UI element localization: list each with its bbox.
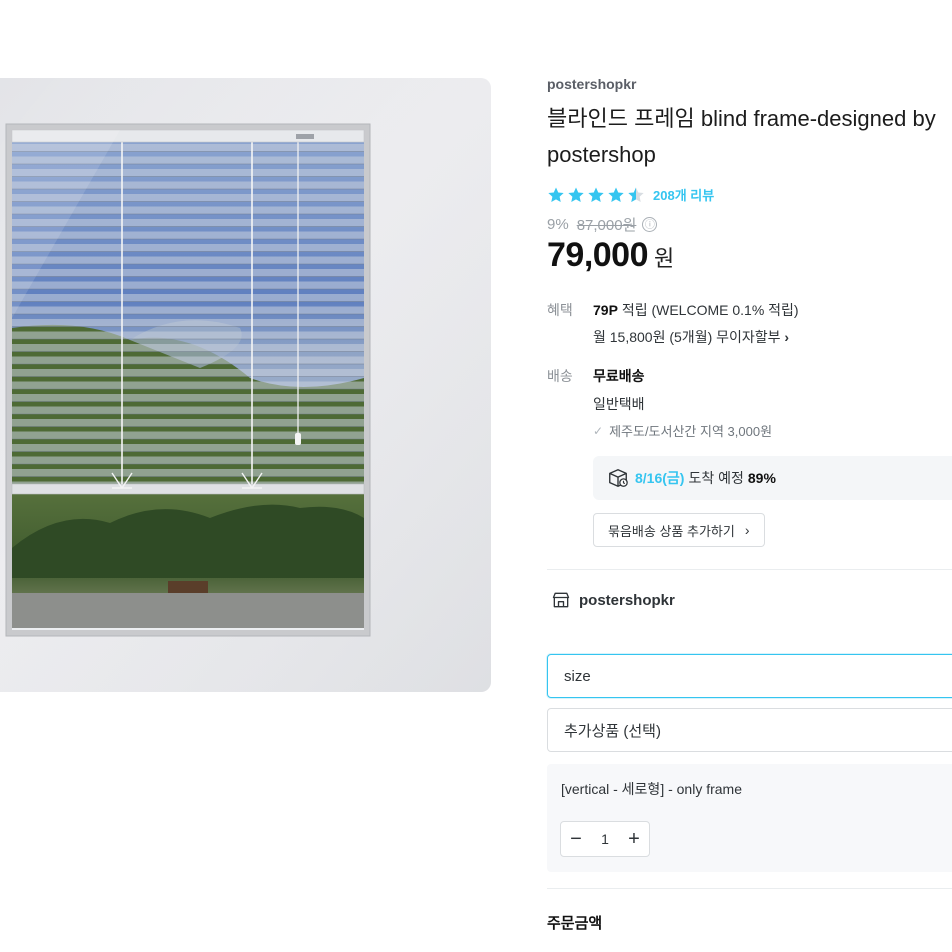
selected-option-name: [vertical - 세로형] - only frame xyxy=(561,781,743,797)
benefit-label: 혜택 xyxy=(547,302,573,318)
divider xyxy=(547,888,952,889)
blind-slat xyxy=(12,394,364,402)
review-count-link[interactable]: 208개 리뷰 xyxy=(653,185,714,204)
blind-slat xyxy=(12,306,364,314)
jeju-shipping-note: ✓ 제주도/도서산간 지역 3,000원 xyxy=(593,421,772,440)
blind-slat xyxy=(12,406,364,414)
blind-slat xyxy=(12,456,364,464)
plus-button[interactable]: + xyxy=(619,822,649,856)
star-icon xyxy=(568,187,584,202)
price-unit: 원 xyxy=(654,246,675,271)
shipping-label: 배송 xyxy=(547,368,573,384)
bundle-shipping-button[interactable]: 묶음배송 상품 추가하기 › xyxy=(593,513,765,547)
store-name: postershopkr xyxy=(579,591,675,609)
order-total-label: 주문금액 xyxy=(547,915,603,932)
delivery-estimate: 8/16(금) 도착 예정 89% xyxy=(593,456,952,500)
star-icon xyxy=(548,187,564,202)
arrival-date: 8/16(금) xyxy=(635,470,685,486)
store-icon xyxy=(552,592,570,608)
jeju-note-text: 제주도/도서산간 지역 3,000원 xyxy=(609,424,773,439)
blind-slat xyxy=(12,294,364,302)
star-icon xyxy=(588,187,604,202)
sale-price: 79,000 xyxy=(547,236,649,274)
rating-row[interactable]: 208개 리뷰 xyxy=(547,185,714,204)
selected-option-card: [vertical - 세로형] - only frame − 1 + xyxy=(547,764,952,872)
arrival-percent: 89% xyxy=(747,470,776,486)
chevron-right-icon: › xyxy=(744,522,750,538)
arrival-text: 도착 예정 xyxy=(688,470,744,486)
blind-slat xyxy=(12,231,364,239)
blind-slat xyxy=(12,331,364,339)
blind-slat xyxy=(12,431,364,439)
blind-slat xyxy=(12,381,364,389)
product-photo-blind-frame xyxy=(0,78,491,692)
product-image[interactable] xyxy=(0,78,491,692)
blind-slat xyxy=(12,269,364,277)
chevron-right-icon: › xyxy=(784,329,790,345)
price-row: 79,000 원 xyxy=(547,236,674,275)
blind-slat xyxy=(12,369,364,377)
blind-slat xyxy=(12,319,364,327)
points-info: 79P 적립 (WELCOME 0.1% 적립) xyxy=(593,300,799,320)
installment-text: 월 15,800원 (5개월) 무이자할부 xyxy=(593,329,781,345)
size-select[interactable]: size xyxy=(547,654,952,698)
original-price: 87,000원 xyxy=(576,217,637,234)
blind-slat xyxy=(12,281,364,289)
extra-product-select[interactable]: 추가상품 (선택) xyxy=(547,708,952,752)
quantity-stepper[interactable]: − 1 + xyxy=(560,821,650,857)
blind-slat xyxy=(12,469,364,477)
rating-stars xyxy=(547,186,645,204)
shipping-method: 일반택배 xyxy=(593,396,645,412)
check-icon: ✓ xyxy=(593,423,604,438)
blind-slat xyxy=(12,419,364,427)
blind-slat xyxy=(12,344,364,352)
bundle-button-label: 묶음배송 상품 추가하기 xyxy=(608,523,735,539)
brand-link[interactable]: postershopkr xyxy=(547,76,636,92)
info-icon[interactable]: ⓘ xyxy=(642,217,658,232)
divider xyxy=(547,569,952,570)
points-amount: 79P xyxy=(593,302,618,318)
blind-slat xyxy=(12,444,364,452)
discount-row: 9% 87,000원 ⓘ xyxy=(547,214,658,235)
star-half-icon xyxy=(628,187,644,202)
blind-slat xyxy=(12,244,364,252)
discount-percent: 9% xyxy=(547,216,569,233)
product-info-panel: postershopkr 블라인드 프레임 blind frame-design… xyxy=(547,0,952,952)
free-shipping: 무료배송 xyxy=(593,368,645,384)
blind-slat xyxy=(12,256,364,264)
minus-button[interactable]: − xyxy=(561,822,591,856)
store-link[interactable]: postershopkr xyxy=(551,590,675,610)
product-title: 블라인드 프레임 blind frame-designed by posters… xyxy=(547,106,936,167)
star-icon xyxy=(608,187,624,202)
installment-link[interactable]: 월 15,800원 (5개월) 무이자할부 › xyxy=(593,327,789,347)
blind-slat xyxy=(12,356,364,364)
delivery-box-icon xyxy=(609,469,628,487)
points-text: 적립 (WELCOME 0.1% 적립) xyxy=(621,302,799,318)
quantity-value[interactable]: 1 xyxy=(601,831,609,847)
